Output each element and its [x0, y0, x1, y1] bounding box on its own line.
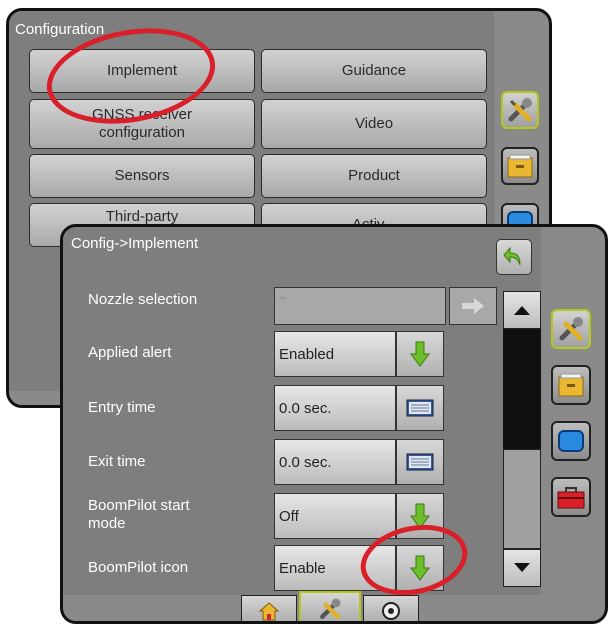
applied-alert-dropdown-button[interactable] — [396, 331, 444, 377]
wrench-screwdriver-icon — [559, 317, 583, 341]
video-button[interactable]: Video — [261, 99, 487, 149]
applied-alert-field[interactable]: Enabled — [274, 331, 396, 377]
back-button[interactable] — [496, 239, 532, 275]
scroll-down-button[interactable] — [503, 549, 541, 587]
blue-screen-icon — [558, 430, 584, 452]
entry-time-keyboard-button[interactable] — [396, 385, 444, 431]
down-triangle-icon — [514, 563, 530, 572]
exit-time-field[interactable]: 0.0 sec. — [274, 439, 396, 485]
up-triangle-icon — [514, 306, 530, 315]
boompilot-start-mode-label: BoomPilot start mode — [88, 497, 190, 532]
entry-time-field[interactable]: 0.0 sec. — [274, 385, 396, 431]
keyboard-icon — [406, 453, 434, 471]
config-title: Configuration — [15, 21, 105, 38]
boompilot-start-mode-field[interactable]: Off — [274, 493, 396, 539]
entry-time-label: Entry time — [88, 399, 156, 416]
scrollbar-thumb[interactable] — [503, 449, 541, 549]
home-tab[interactable] — [241, 595, 297, 621]
implement-title: Config->Implement — [71, 235, 199, 252]
product-button[interactable]: Product — [261, 154, 487, 198]
nozzle-selection-label: Nozzle selection — [88, 291, 198, 308]
keyboard-icon — [406, 399, 434, 417]
config-data-tab[interactable] — [551, 365, 591, 405]
file-drawer-icon — [507, 154, 533, 178]
boompilot-icon-label: BoomPilot icon — [88, 559, 189, 576]
implement-screen: Config->Implement Nozzle selection -- Ap… — [60, 224, 608, 624]
configuration-tab[interactable] — [299, 591, 361, 621]
sensors-button[interactable]: Sensors — [29, 154, 255, 198]
guidance-button[interactable]: Guidance — [261, 49, 487, 93]
red-toolbox-icon — [557, 487, 585, 509]
config-toolbox-tab[interactable] — [551, 477, 591, 517]
home-icon — [258, 602, 280, 621]
nozzle-next-button — [449, 287, 497, 325]
config-screen-tab[interactable] — [551, 421, 591, 461]
back-arrow-icon — [503, 246, 521, 266]
config-data-tab[interactable] — [501, 147, 539, 185]
file-drawer-icon — [558, 373, 584, 397]
exit-time-label: Exit time — [88, 453, 146, 470]
right-arrow-icon — [462, 298, 484, 314]
gauge-icon — [382, 602, 400, 620]
nozzle-selection-field: -- — [274, 287, 446, 325]
gauge-tab[interactable] — [363, 595, 419, 621]
exit-time-keyboard-button[interactable] — [396, 439, 444, 485]
config-tools-tab[interactable] — [501, 91, 539, 129]
green-down-arrow-icon — [410, 341, 430, 367]
scroll-up-button[interactable] — [503, 291, 541, 329]
config-tools-tab[interactable] — [551, 309, 591, 349]
applied-alert-label: Applied alert — [88, 344, 172, 361]
wrench-screwdriver-icon — [320, 598, 341, 619]
wrench-screwdriver-icon — [508, 98, 532, 122]
